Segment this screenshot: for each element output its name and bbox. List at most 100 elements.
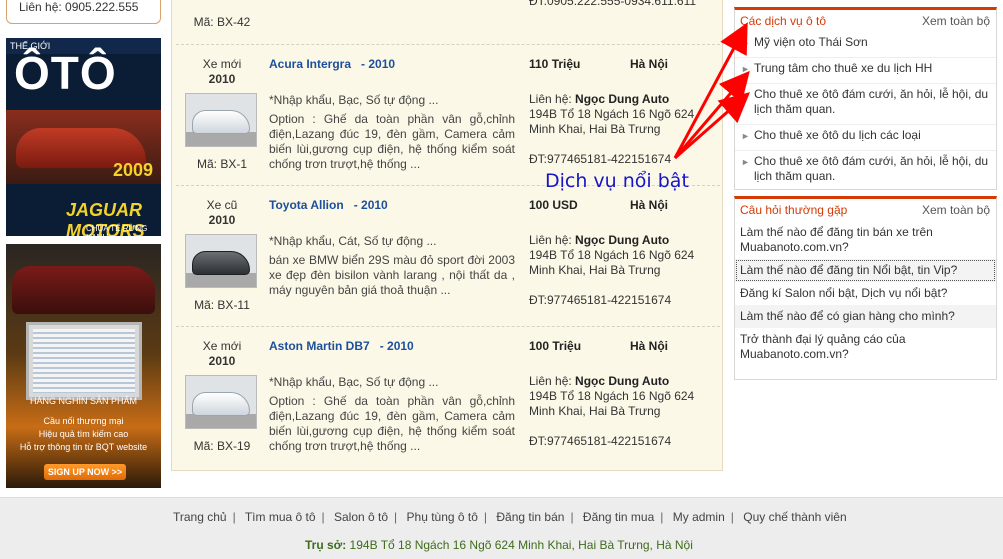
listing-title-link[interactable]: Aston Martin DB7 - 2010 xyxy=(269,339,414,353)
listing-title[interactable]: Acura Intergra xyxy=(269,57,351,71)
service-item[interactable]: ► Cho thuê xe ôtô đám cưới, ăn hỏi, lễ hộ… xyxy=(735,151,996,188)
faq-item[interactable]: Làm thế nào để đăng tin Nổi bật, tin Vip… xyxy=(735,259,996,282)
arrow-icon: ► xyxy=(741,157,750,167)
listing-location: Hà Nội xyxy=(630,198,669,212)
faq-view-all-link[interactable]: Xem toàn bộ xyxy=(922,203,990,217)
faq-item-label[interactable]: Làm thế nào để có gian hàng cho mình? xyxy=(740,309,955,323)
monitor-image xyxy=(26,322,142,400)
listing-condition: Xe mới xyxy=(202,339,242,353)
listing-thumbnail[interactable] xyxy=(185,234,257,288)
faq-box: Câu hỏi thường gặp Xem toàn bộ Làm thế n… xyxy=(734,196,997,380)
magazine-ad[interactable]: THẾ GIỚI ÔTÔ 2009 JAGUAR MOTORS CHÚA TỂ … xyxy=(6,38,161,236)
faq-item-label[interactable]: Trở thành đại lý quảng cáo của Muabanoto… xyxy=(740,332,906,361)
services-header: Các dịch vụ ô tô Xem toàn bộ xyxy=(735,10,996,32)
footer-link-salon[interactable]: Salon ô tô xyxy=(334,510,388,524)
service-item[interactable]: ► Cho thuê xe ôtô đám cưới, ăn hỏi, lễ hộ… xyxy=(735,84,996,125)
listing-row: Xe mới 2010 Mã: BX-1 Acura Intergra - 20… xyxy=(176,44,720,185)
contact-label: Liên hệ: xyxy=(529,374,572,388)
listing-contact: Liên hệ: Ngọc Dung Auto 194B Tổ 18 Ngách… xyxy=(529,92,719,137)
truck-image xyxy=(12,266,155,314)
footer-link-admin[interactable]: My admin xyxy=(673,510,725,524)
footer-link-rules[interactable]: Quy chế thành viên xyxy=(743,510,846,524)
listing-description: Option : Ghế da toàn phần vân gỗ,chỉnh đ… xyxy=(269,112,515,171)
service-item-label[interactable]: Trung tâm cho thuê xe du lịch HH xyxy=(754,61,932,75)
magazine-title: ÔTÔ xyxy=(14,47,117,99)
faq-item[interactable]: Làm thế nào để đăng tin bán xe trên Muab… xyxy=(735,221,996,259)
contact-name: Ngọc Dung Auto xyxy=(575,374,670,388)
listing-condition: Xe cũ xyxy=(206,198,238,212)
faq-item-label[interactable]: Làm thế nào để đăng tin Nổi bật, tin Vip… xyxy=(740,263,957,277)
listings-panel: Mã: BX-42 ĐT:0905.222.555-0934.611.611 X… xyxy=(171,0,723,471)
contact-label: Liên hệ: xyxy=(529,233,572,247)
faq-header: Câu hỏi thường gặp Xem toàn bộ xyxy=(735,199,996,221)
footer-link-buy[interactable]: Tìm mua ô tô xyxy=(245,510,316,524)
listing-title[interactable]: Aston Martin DB7 xyxy=(269,339,370,353)
listing-title-year[interactable]: - 2010 xyxy=(380,339,414,353)
listing-summary: *Nhập khẩu, Cát, Số tự động ... xyxy=(269,234,437,248)
listing-phone: ĐT:977465181-422151674 xyxy=(529,152,672,166)
listing-thumbnail[interactable] xyxy=(185,93,257,147)
listing-description: bán xe BMW biển 29S màu đỏ sport đời 200… xyxy=(269,253,515,297)
service-item-label[interactable]: Cho thuê xe ôtô du lịch các loại xyxy=(754,128,921,142)
faq-item[interactable]: Làm thế nào để có gian hàng cho mình? xyxy=(735,305,996,328)
listing-location: Hà Nội xyxy=(630,339,669,353)
footer-link-post-buy[interactable]: Đăng tin mua xyxy=(583,510,654,524)
footer-address-label: Trụ sở: xyxy=(305,538,347,552)
footer-link-parts[interactable]: Phụ tùng ô tô xyxy=(407,510,478,524)
listing-year: 2010 xyxy=(208,213,236,227)
service-item-label[interactable]: Cho thuê xe ôtô đám cưới, ăn hỏi, lễ hội… xyxy=(754,154,988,183)
listing-title-year[interactable]: - 2010 xyxy=(354,198,388,212)
listing-summary: *Nhập khẩu, Bạc, Số tự động ... xyxy=(269,93,439,107)
faq-heading: Câu hỏi thường gặp xyxy=(740,203,848,217)
listing-year: 2010 xyxy=(208,72,236,86)
footer-address: Trụ sở: 194B Tổ 18 Ngách 16 Ngõ 624 Minh… xyxy=(305,538,693,552)
listing-title[interactable]: Toyota Allion xyxy=(269,198,344,212)
listing-thumbnail[interactable] xyxy=(185,375,257,429)
service-item[interactable]: ► Cho thuê xe ôtô du lịch các loại xyxy=(735,125,996,151)
arrow-icon: ► xyxy=(741,64,750,74)
contact-label: Liên hệ: xyxy=(529,92,572,106)
contact-box: Liên hệ: 0905.222.555 xyxy=(6,0,161,24)
listing-row: Xe cũ 2010 Mã: BX-11 Toyota Allion - 201… xyxy=(176,185,720,326)
faq-item[interactable]: Đăng kí Salon nổi bật, Dịch vụ nổi bật? xyxy=(735,282,996,305)
faq-item-label[interactable]: Đăng kí Salon nổi bật, Dịch vụ nổi bật? xyxy=(740,286,947,300)
services-box: Các dịch vụ ô tô Xem toàn bộ ► Mỹ viện ot… xyxy=(734,7,997,190)
listing-title-year[interactable]: - 2010 xyxy=(361,57,395,71)
listing-location: Hà Nội xyxy=(630,57,669,71)
footer: Trang chủ | Tìm mua ô tô | Salon ô tô | Phụ… xyxy=(0,497,1003,559)
listing-code: Mã: BX-1 xyxy=(196,157,247,171)
listing-title-link[interactable]: Toyota Allion - 2010 xyxy=(269,198,388,212)
listing-phone: ĐT:0905.222.555-0934.611.611 xyxy=(529,0,697,8)
service-item[interactable]: ► Mỹ viện oto Thái Sơn xyxy=(735,32,996,58)
listing-year: 2010 xyxy=(208,354,236,368)
contact-address: 194B Tổ 18 Ngách 16 Ngõ 624 Minh Khai, H… xyxy=(529,107,695,136)
contact-address: 194B Tổ 18 Ngách 16 Ngõ 624 Minh Khai, H… xyxy=(529,389,695,418)
listing-price: 110 Triệu xyxy=(529,57,581,71)
footer-link-post-sell[interactable]: Đăng tin bán xyxy=(496,510,564,524)
services-heading: Các dịch vụ ô tô xyxy=(740,14,827,28)
arrow-icon: ► xyxy=(741,90,750,100)
service-item-label[interactable]: Mỹ viện oto Thái Sơn xyxy=(754,35,868,49)
banner-line-4: Hỗ trợ thông tin từ BQT website xyxy=(19,442,148,452)
banner-ad[interactable]: HÀNG NGHÌN SẢN PHẨM Cầu nối thương mại H… xyxy=(6,244,161,488)
listing-row: Xe mới 2010 Mã: BX-19 Aston Martin DB7 -… xyxy=(176,326,720,467)
footer-link-home[interactable]: Trang chủ xyxy=(173,510,227,524)
listing-summary: *Nhập khẩu, Bạc, Số tự động ... xyxy=(269,375,439,389)
service-item[interactable]: ► Trung tâm cho thuê xe du lịch HH xyxy=(735,58,996,84)
listing-phone: ĐT:977465181-422151674 xyxy=(529,293,672,307)
services-view-all-link[interactable]: Xem toàn bộ xyxy=(922,14,990,28)
footer-address-text: 194B Tổ 18 Ngách 16 Ngõ 624 Minh Khai, H… xyxy=(349,538,693,552)
listing-code: Mã: BX-42 xyxy=(193,15,251,29)
listing-title-link[interactable]: Acura Intergra - 2010 xyxy=(269,57,395,71)
magazine-tagline: CHÚA TỂ RỪNG XANH xyxy=(86,224,148,236)
listing-price: 100 Triệu xyxy=(529,339,582,353)
faq-item[interactable]: Trở thành đại lý quảng cáo của Muabanoto… xyxy=(735,328,996,366)
footer-links: Trang chủ | Tìm mua ô tô | Salon ô tô | Phụ… xyxy=(173,510,847,524)
service-item-label[interactable]: Cho thuê xe ôtô đám cưới, ăn hỏi, lễ hội… xyxy=(754,87,988,116)
faq-item-label[interactable]: Làm thế nào để đăng tin bán xe trên Muab… xyxy=(740,225,933,254)
listing-contact: Liên hệ: Ngọc Dung Auto 194B Tổ 18 Ngách… xyxy=(529,374,719,419)
contact-name: Ngọc Dung Auto xyxy=(575,233,670,247)
signup-button[interactable]: SIGN UP NOW >> xyxy=(44,464,126,480)
contact-name: Ngọc Dung Auto xyxy=(575,92,670,106)
banner-line-2: Cầu nối thương mại xyxy=(43,416,124,426)
